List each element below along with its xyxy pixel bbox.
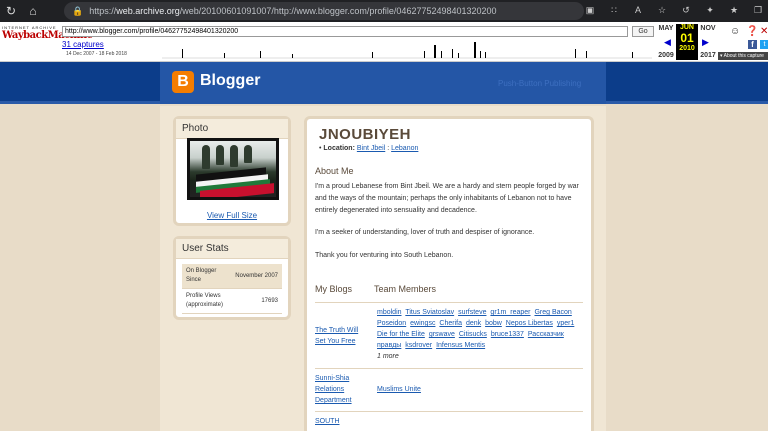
- about-paragraph: Thank you for venturing into South Leban…: [315, 252, 454, 259]
- next-month-label[interactable]: NOV: [698, 25, 718, 32]
- member-link[interactable]: Die for the Elite: [377, 331, 425, 338]
- current-capture: JUN 01 2010: [676, 24, 698, 60]
- user-icon[interactable]: ☺: [730, 26, 740, 37]
- blogger-title[interactable]: Blogger: [200, 72, 260, 90]
- user-stats-box: User Stats On Blogger Since November 200…: [173, 236, 291, 320]
- blog-link[interactable]: SOUTH: [315, 416, 367, 427]
- favorite-icon[interactable]: ☆: [656, 3, 668, 17]
- blog-link[interactable]: The Truth Will Set You Free: [315, 325, 367, 347]
- member-link[interactable]: bruce1337: [491, 331, 524, 338]
- about-paragraph: I'm a proud Lebanese from Bint Jbeil. We…: [315, 183, 579, 214]
- team-members-title: Team Members: [374, 284, 437, 294]
- member-link[interactable]: Greg Bacon: [534, 309, 571, 316]
- capture-sparkline[interactable]: [162, 39, 652, 59]
- member-link[interactable]: Citisucks: [459, 331, 487, 338]
- refresh-icon[interactable]: ↺: [680, 3, 692, 17]
- member-link[interactable]: gr1m_reaper: [490, 309, 530, 316]
- address-url: https://web.archive.org/web/201006010910…: [89, 6, 497, 16]
- my-blogs-title: My Blogs: [315, 284, 353, 294]
- more-members[interactable]: 1 more: [377, 353, 399, 360]
- stats-value: 17693: [261, 298, 278, 304]
- prev-capture-arrow-icon[interactable]: ◀: [664, 37, 671, 48]
- photo-box: Photo View Full Size: [173, 116, 291, 226]
- next-year-label[interactable]: 2017: [698, 52, 718, 59]
- wayback-logo[interactable]: INTERNET ARCHIVE WaybackMachine: [2, 25, 93, 49]
- member-link[interactable]: Infensus Mentis: [436, 342, 485, 349]
- location-line: • Location: Bint Jbeil : Lebanon: [319, 145, 419, 152]
- member-link[interactable]: surfsteve: [458, 309, 486, 316]
- captures-link[interactable]: 31 captures: [62, 40, 104, 49]
- blog-row: SOUTH: [315, 411, 583, 431]
- country-link[interactable]: Lebanon: [391, 145, 418, 152]
- member-link[interactable]: Poseidon: [377, 320, 406, 327]
- member-link[interactable]: ewingsc: [410, 320, 435, 327]
- member-link[interactable]: grswave: [429, 331, 455, 338]
- view-full-size-link[interactable]: View Full Size: [176, 211, 288, 220]
- wayback-url-input[interactable]: http://www.blogger.com/profile/046277524…: [62, 26, 628, 37]
- go-button[interactable]: Go: [632, 26, 654, 37]
- stats-label: Profile Views (approximate): [186, 293, 224, 308]
- twitter-icon[interactable]: t: [760, 40, 768, 49]
- prev-month-label[interactable]: MAY: [656, 25, 676, 32]
- favorites-bar-icon[interactable]: ★: [728, 3, 740, 17]
- blogger-tagline: Push-Button Publishing: [498, 79, 582, 88]
- stats-row: Profile Views (approximate) 17693: [182, 289, 282, 314]
- about-paragraph: I'm a seeker of understanding, lover of …: [315, 229, 535, 236]
- about-capture-button[interactable]: ▾ About this capture: [718, 52, 768, 60]
- member-link[interactable]: Titus Sviatoslav: [405, 309, 454, 316]
- city-link[interactable]: Bint Jbeil: [357, 145, 385, 152]
- read-aloud-icon[interactable]: A: [632, 3, 644, 17]
- help-icon[interactable]: ❓: [746, 26, 758, 37]
- address-bar[interactable]: 🔒 https://web.archive.org/web/2010060109…: [64, 2, 584, 20]
- stats-row: On Blogger Since November 2007: [182, 264, 282, 289]
- profile-photo[interactable]: [187, 138, 279, 200]
- blog-row: The Truth Will Set You Free mboldin Titu…: [315, 302, 583, 368]
- blog-row: Sunni-Shia Relations Department Muslims …: [315, 368, 583, 411]
- prev-year-label[interactable]: 2009: [656, 52, 676, 59]
- stats-value: November 2007: [235, 273, 278, 279]
- stats-label: On Blogger Since: [186, 268, 217, 283]
- team-members-list: Muslims Unite: [377, 384, 587, 395]
- member-link[interactable]: mboldin: [377, 309, 402, 316]
- browser-toolbar: ↻ ⌂ 🔒 https://web.archive.org/web/201006…: [0, 0, 768, 22]
- profile-name: JNOUBIYEH: [319, 126, 412, 143]
- reload-icon[interactable]: ↻: [0, 0, 22, 22]
- close-icon[interactable]: ✕: [760, 26, 768, 37]
- capture-calendar: MAY ◀ 2009 JUN 01 2010 NOV ▶ 2017: [656, 24, 720, 60]
- app-icon[interactable]: ▣: [584, 3, 596, 17]
- member-link[interactable]: denk: [466, 320, 481, 327]
- member-link[interactable]: Muslims Unite: [377, 386, 421, 393]
- member-link[interactable]: bobw: [485, 320, 502, 327]
- collections-icon[interactable]: ❐: [752, 3, 764, 17]
- member-link[interactable]: yper1: [557, 320, 575, 327]
- lock-icon: 🔒: [72, 5, 84, 16]
- grid-icon[interactable]: ∷: [608, 3, 620, 17]
- member-link[interactable]: Cherifa: [439, 320, 462, 327]
- capture-range: 14 Dec 2007 - 18 Feb 2018: [66, 51, 127, 57]
- extensions-icon[interactable]: ✦: [704, 3, 716, 17]
- wayback-toolbar: INTERNET ARCHIVE WaybackMachine http://w…: [0, 22, 768, 62]
- photo-title: Photo: [176, 119, 288, 139]
- user-stats-title: User Stats: [176, 239, 288, 259]
- next-capture-arrow-icon[interactable]: ▶: [702, 37, 709, 48]
- blogger-logo-icon[interactable]: B: [172, 71, 194, 93]
- facebook-icon[interactable]: f: [748, 40, 757, 49]
- member-link[interactable]: ksdrover: [405, 342, 432, 349]
- home-icon[interactable]: ⌂: [22, 0, 44, 22]
- about-me-title: About Me: [315, 166, 354, 176]
- profile-main: JNOUBIYEH • Location: Bint Jbeil : Leban…: [304, 116, 594, 431]
- member-link[interactable]: Nepos Libertas: [506, 320, 553, 327]
- team-members-list: mboldin Titus Sviatoslav surfsteve gr1m_…: [377, 307, 587, 362]
- blog-link[interactable]: Sunni-Shia Relations Department: [315, 373, 367, 406]
